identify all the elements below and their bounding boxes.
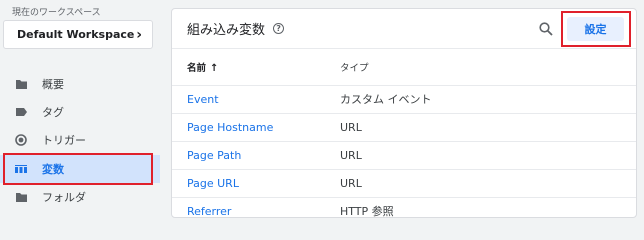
column-header-name[interactable]: 名前 ↑ <box>172 49 340 86</box>
table-row[interactable]: Page Path URL <box>172 141 636 170</box>
chevron-right-icon: › <box>136 26 142 43</box>
variable-type: URL <box>340 169 636 198</box>
variable-name-link[interactable]: Event <box>172 85 340 114</box>
table-row[interactable]: Page URL URL <box>172 169 636 198</box>
table-row[interactable]: Page Hostname URL <box>172 113 636 142</box>
folder-icon <box>14 190 28 204</box>
variables-table: 名前 ↑ タイプ Event カスタム イベント Page Hostname UR… <box>172 49 636 217</box>
variable-type: HTTP 参照 <box>340 197 636 217</box>
variable-name-link[interactable]: Page Hostname <box>172 113 340 142</box>
table-header-row: 名前 ↑ タイプ <box>172 49 636 86</box>
table-row[interactable]: Event カスタム イベント <box>172 85 636 114</box>
sidebar-item-label: タグ <box>42 106 64 119</box>
settings-button[interactable]: 設定 <box>567 17 624 41</box>
workspace-selector[interactable]: Default Workspace › <box>3 20 153 49</box>
column-header-type: タイプ <box>340 49 636 86</box>
sidebar-item-label: フォルダ <box>42 191 86 204</box>
sidebar-item-variables[interactable]: 変数 <box>0 155 160 183</box>
folder-icon <box>14 77 28 91</box>
sidebar-item-overview[interactable]: 概要 <box>0 70 160 98</box>
table-row[interactable]: Referrer HTTP 参照 <box>172 197 636 217</box>
variable-type: カスタム イベント <box>340 85 636 114</box>
variable-name-link[interactable]: Referrer <box>172 197 340 217</box>
variable-type: URL <box>340 113 636 142</box>
builtin-variables-card: 組み込み変数 ? 設定 名前 ↑ タイプ Event カスタム イベント Page… <box>171 8 637 218</box>
trigger-icon <box>14 133 28 147</box>
sidebar-item-tags[interactable]: タグ <box>0 98 160 126</box>
variable-name-link[interactable]: Page Path <box>172 141 340 170</box>
sidebar-item-label: トリガー <box>42 134 86 147</box>
sidebar-item-label: 変数 <box>42 163 64 176</box>
tag-icon <box>14 105 28 119</box>
search-icon[interactable] <box>539 21 553 40</box>
sidebar-item-triggers[interactable]: トリガー <box>0 126 160 154</box>
workspace-name: Default Workspace <box>17 28 135 41</box>
variable-type: URL <box>340 141 636 170</box>
sidebar-item-folders[interactable]: フォルダ <box>0 183 160 211</box>
workspace-label: 現在のワークスペース <box>12 8 101 18</box>
page-title: 組み込み変数 <box>187 23 266 38</box>
sidebar-item-label: 概要 <box>42 78 64 91</box>
sidebar: 現在のワークスペース Default Workspace › 概要 タグ トリガ… <box>0 0 160 220</box>
help-icon[interactable]: ? <box>273 23 285 34</box>
variables-icon <box>14 162 28 176</box>
variable-name-link[interactable]: Page URL <box>172 169 340 198</box>
arrow-up-icon: ↑ <box>210 62 219 74</box>
